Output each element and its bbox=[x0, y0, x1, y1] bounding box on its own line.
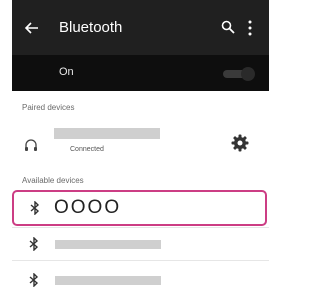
bluetooth-icon bbox=[29, 237, 39, 251]
available-device-row[interactable] bbox=[12, 268, 269, 292]
app-bar: Bluetooth bbox=[12, 0, 269, 55]
page-title: Bluetooth bbox=[59, 19, 123, 36]
connection-status: Connected bbox=[70, 146, 104, 153]
bluetooth-icon bbox=[29, 273, 39, 287]
device-name-placeholder bbox=[55, 240, 161, 249]
bluetooth-icon bbox=[30, 201, 40, 215]
toggle-label: On bbox=[59, 66, 74, 78]
divider bbox=[12, 227, 269, 228]
paired-devices-header: Paired devices bbox=[22, 103, 75, 112]
bluetooth-switch[interactable] bbox=[219, 67, 255, 81]
device-name: OOOO bbox=[54, 197, 122, 218]
available-device-row[interactable] bbox=[12, 232, 269, 256]
switch-thumb bbox=[241, 67, 255, 81]
bluetooth-settings-screen: Bluetooth On Paired devices Connected Av… bbox=[12, 0, 269, 300]
back-arrow-icon[interactable] bbox=[24, 20, 40, 36]
bluetooth-toggle-row[interactable]: On bbox=[12, 55, 269, 91]
search-icon[interactable] bbox=[221, 20, 235, 34]
paired-device-name-placeholder bbox=[54, 128, 160, 139]
device-name-placeholder bbox=[55, 276, 161, 285]
more-vert-icon[interactable] bbox=[248, 20, 252, 36]
divider bbox=[12, 260, 269, 261]
available-devices-header: Available devices bbox=[22, 176, 84, 185]
paired-device-row[interactable]: Connected bbox=[12, 118, 269, 168]
available-device-row-highlighted[interactable]: OOOO bbox=[12, 190, 267, 226]
gear-icon[interactable] bbox=[230, 133, 250, 153]
headphones-icon bbox=[25, 139, 37, 151]
